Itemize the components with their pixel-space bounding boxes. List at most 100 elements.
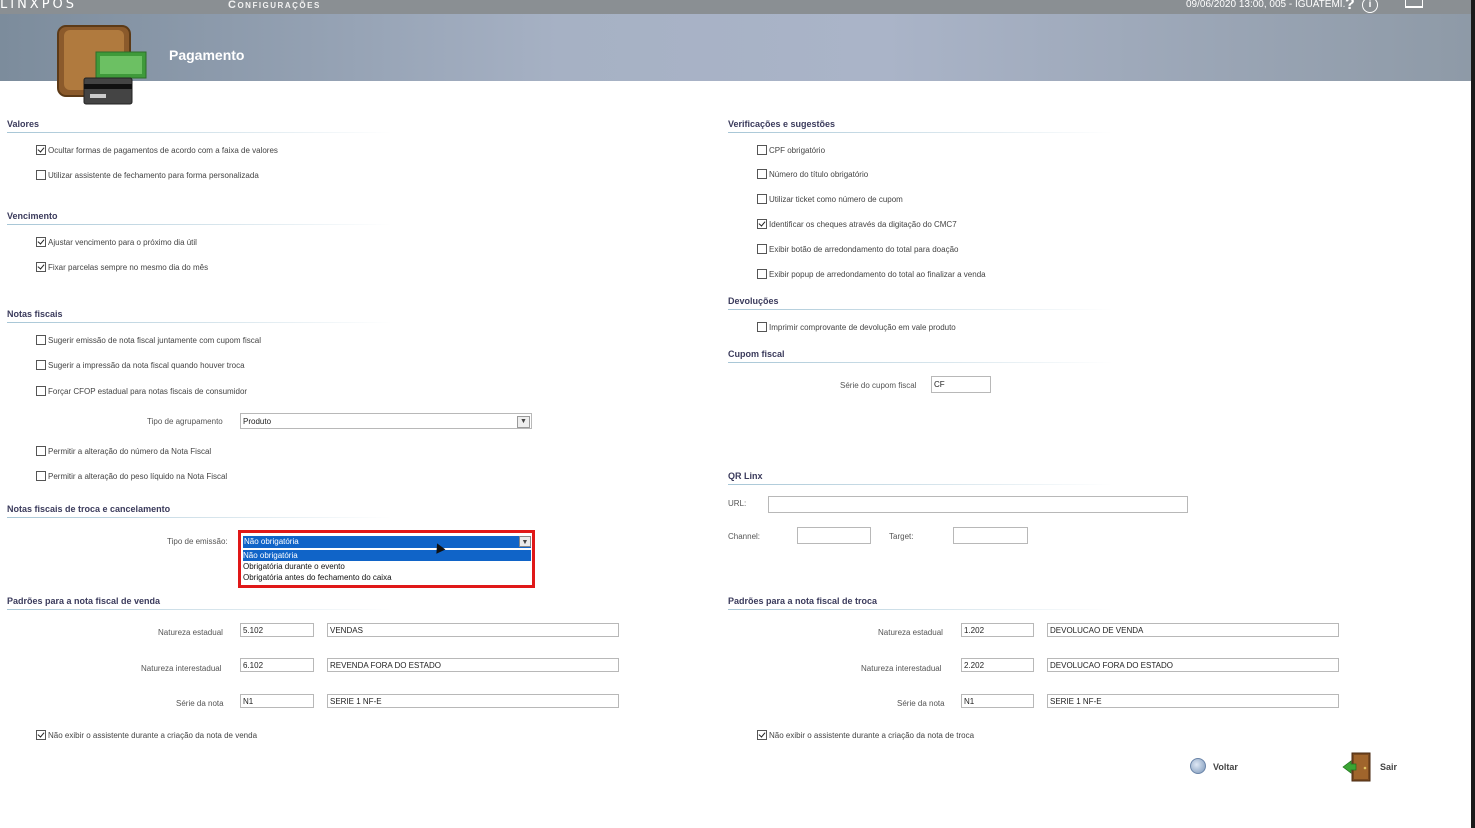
serie-nota-code[interactable]: N1 [240,694,314,708]
status-text: 09/06/2020 13:00, 005 - IGUATEMI. [1186,0,1346,10]
chevron-down-icon[interactable]: ▼ [519,536,531,547]
checkbox-label: Utilizar ticket como número de cupom [769,195,903,204]
section-divider [7,322,392,323]
checkbox-sugerir-impressao[interactable]: Sugerir a impressão da nota fiscal quand… [36,360,245,371]
checkbox-box[interactable] [36,386,46,396]
info-icon[interactable]: i [1362,0,1378,13]
top-bar: LINXPOS Configurações 09/06/2020 13:00, … [0,0,1475,14]
checkbox-label: Fixar parcelas sempre no mesmo dia do mê… [48,263,209,272]
url-input[interactable] [768,496,1188,513]
natureza-interestadual-desc[interactable]: REVENDA FORA DO ESTADO [327,658,619,672]
section-devolucoes-title: Devoluções [728,296,779,306]
voltar-button[interactable]: Voltar [1213,762,1238,772]
checkbox-box[interactable] [36,237,46,247]
serie-nota-label: Série da nota [176,699,224,708]
sair-button[interactable]: Sair [1380,762,1397,772]
troca-natureza-interestadual-code[interactable]: 2.202 [961,658,1034,672]
troca-natureza-interestadual-label: Natureza interestadual [861,664,942,673]
section-divider [728,362,1113,363]
checkbox-ajustar-vencimento[interactable]: Ajustar vencimento para o próximo dia út… [36,237,197,248]
troca-natureza-estadual-desc[interactable]: DEVOLUCAO DE VENDA [1047,623,1339,637]
checkbox-box[interactable] [757,219,767,229]
checkbox-sugerir-emissao[interactable]: Sugerir emissão de nota fiscal juntament… [36,335,261,346]
emissao-dropdown-open[interactable]: Não obrigatória ▼ Não obrigatória Obriga… [238,530,535,588]
help-icon[interactable]: ? [1345,0,1355,14]
dropdown-option[interactable]: Não obrigatória [243,550,531,561]
section-divider [728,484,1113,485]
checkbox-box[interactable] [36,471,46,481]
natureza-estadual-code[interactable]: 5.102 [240,623,314,637]
checkbox-box[interactable] [757,269,767,279]
section-troca-title: Notas fiscais de troca e cancelamento [7,504,171,514]
checkbox-cmc7[interactable]: Identificar os cheques através da digita… [757,219,957,230]
checkbox-label: Não exibir o assistente durante a criaçã… [769,731,975,740]
troca-natureza-estadual-label: Natureza estadual [878,628,943,637]
natureza-estadual-desc[interactable]: VENDAS [327,623,619,637]
checkbox-ocultar-formas[interactable]: Ocultar formas de pagamentos de acordo c… [36,145,278,156]
checkbox-label: Forçar CFOP estadual para notas fiscais … [48,387,248,396]
section-divider [728,309,1113,310]
checkbox-box[interactable] [757,169,767,179]
checkbox-box[interactable] [36,446,46,456]
checkbox-assistente-fechamento[interactable]: Utilizar assistente de fechamento para f… [36,170,259,181]
section-notas-title: Notas fiscais [7,309,63,319]
agrupamento-select[interactable]: Produto ▼ [240,413,532,429]
menu-icon[interactable] [1405,0,1423,8]
checkbox-ticket-cupom[interactable]: Utilizar ticket como número de cupom [757,194,903,205]
checkbox-imprimir-comprovante[interactable]: Imprimir comprovante de devolução em val… [757,322,956,333]
checkbox-fixar-parcelas[interactable]: Fixar parcelas sempre no mesmo dia do mê… [36,262,208,273]
checkbox-label: Identificar os cheques através da digita… [769,220,957,229]
emissao-value: Não obrigatória [244,537,299,546]
checkbox-box[interactable] [757,194,767,204]
checkbox-box[interactable] [36,360,46,370]
url-label: URL: [728,499,747,508]
troca-serie-nota-desc[interactable]: SERIE 1 NF-E [1047,694,1339,708]
serie-nota-desc[interactable]: SERIE 1 NF-E [327,694,619,708]
section-divider [728,132,1113,133]
chevron-down-icon[interactable]: ▼ [517,416,530,428]
section-divider [7,224,392,225]
checkbox-box[interactable] [757,145,767,155]
checkbox-label: Exibir botão de arredondamento do total … [769,245,959,254]
checkbox-forcar-cfop[interactable]: Forçar CFOP estadual para notas fiscais … [36,386,247,397]
emissao-select[interactable]: Não obrigatória ▼ [243,536,531,548]
wallet-icon [57,25,147,105]
checkbox-numero-titulo[interactable]: Número do título obrigatório [757,169,868,180]
checkbox-cpf-obrigatorio[interactable]: CPF obrigatório [757,145,825,156]
back-arrow-icon[interactable] [1190,758,1206,774]
checkbox-alterar-peso[interactable]: Permitir a alteração do peso líquido na … [36,471,227,482]
checkbox-label: Não exibir o assistente durante a criaçã… [48,731,258,740]
checkbox-box[interactable] [36,335,46,345]
checkbox-box[interactable] [757,322,767,332]
checkbox-box[interactable] [36,145,46,155]
app-brand: LINXPOS [0,0,78,12]
checkbox-box[interactable] [36,730,46,740]
troca-natureza-interestadual-desc[interactable]: DEVOLUCAO FORA DO ESTADO [1047,658,1339,672]
checkbox-popup-arredondamento[interactable]: Exibir popup de arredondamento do total … [757,269,986,280]
target-input[interactable] [953,527,1028,544]
troca-natureza-estadual-code[interactable]: 1.202 [961,623,1034,637]
exit-door-icon[interactable] [1342,752,1374,782]
channel-input[interactable] [797,527,871,544]
troca-serie-nota-code[interactable]: N1 [961,694,1034,708]
natureza-interestadual-label: Natureza interestadual [141,664,222,673]
section-divider [7,132,392,133]
checkbox-botao-arredondamento[interactable]: Exibir botão de arredondamento do total … [757,244,958,255]
dropdown-option[interactable]: Obrigatória durante o evento [243,561,531,572]
agrupamento-value: Produto [243,417,272,426]
checkbox-box[interactable] [757,244,767,254]
checkbox-nao-exibir-troca[interactable]: Não exibir o assistente durante a criaçã… [757,730,974,741]
natureza-interestadual-code[interactable]: 6.102 [240,658,314,672]
section-divider [7,609,392,610]
checkbox-label: Sugerir a impressão da nota fiscal quand… [48,361,245,370]
checkbox-box[interactable] [757,730,767,740]
serie-cupom-input[interactable]: CF [931,376,991,393]
checkbox-box[interactable] [36,170,46,180]
checkbox-label: Imprimir comprovante de devolução em val… [769,323,956,332]
section-divider [7,517,392,518]
checkbox-nao-exibir-venda[interactable]: Não exibir o assistente durante a criaçã… [36,730,257,741]
checkbox-alterar-numero[interactable]: Permitir a alteração do número da Nota F… [36,446,211,457]
checkbox-box[interactable] [36,262,46,272]
window-edge [1471,0,1475,828]
dropdown-option[interactable]: Obrigatória antes do fechamento do caixa [243,572,531,583]
